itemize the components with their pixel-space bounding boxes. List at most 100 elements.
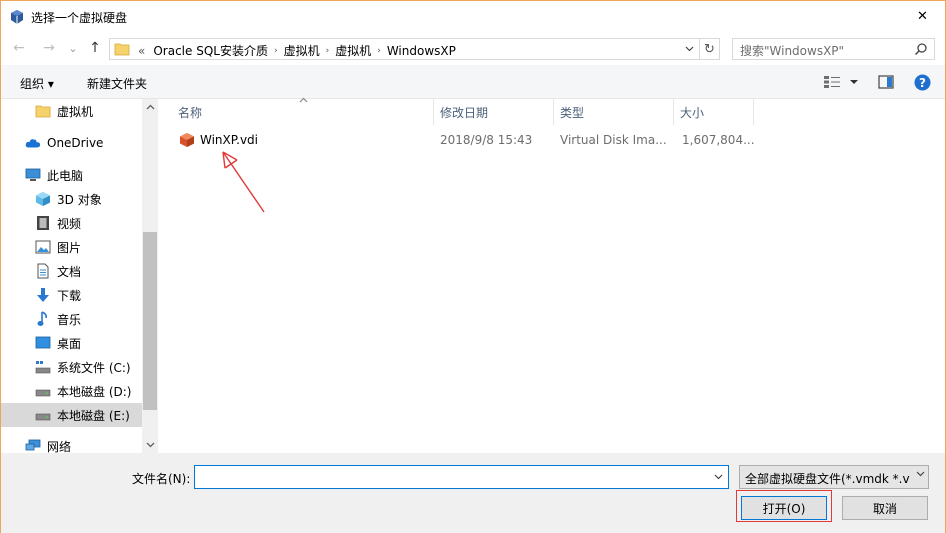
address-dropdown-button[interactable] — [681, 39, 697, 59]
sidebar-item-label: 音乐 — [57, 312, 82, 327]
file-type-filter-value: 全部虚拟硬盘文件(*.vmdk *.vd — [745, 472, 910, 486]
up-button[interactable]: ↑ — [85, 38, 105, 58]
breadcrumb-separator-icon[interactable]: › — [272, 46, 280, 56]
breadcrumb-separator-icon[interactable]: › — [375, 46, 383, 56]
help-button[interactable]: ? — [914, 73, 931, 91]
filename-dropdown-button[interactable] — [708, 466, 728, 488]
file-dialog: 选择一个虚拟硬盘 ✕ ← → ⌄ ↑ « Oracle SQL安装介质 › 虚拟… — [0, 0, 946, 533]
column-header-type[interactable]: 类型 — [554, 99, 674, 125]
sidebar-item-vm-folder[interactable]: 虚拟机 — [1, 99, 142, 123]
breadcrumb: « Oracle SQL安装介质 › 虚拟机 › 虚拟机 › WindowsXP — [134, 42, 460, 59]
close-icon: ✕ — [917, 9, 928, 24]
nav-scrollbar[interactable] — [142, 99, 158, 453]
virtualbox-icon — [9, 9, 25, 25]
search-input[interactable]: 搜索"WindowsXP" — [740, 42, 844, 59]
sidebar-item-3d-objects[interactable]: 3D 对象 — [1, 187, 142, 211]
command-bar: 组织 ▾ 新建文件夹 ? — [1, 65, 945, 99]
address-bar[interactable]: « Oracle SQL安装介质 › 虚拟机 › 虚拟机 › WindowsXP… — [109, 38, 720, 60]
preview-pane-icon — [878, 75, 894, 89]
file-size: 1,607,804... — [682, 133, 755, 147]
close-button[interactable]: ✕ — [900, 1, 945, 32]
address-row: ← → ⌄ ↑ « Oracle SQL安装介质 › 虚拟机 › 虚拟机 › W… — [1, 32, 945, 64]
sidebar-item-network[interactable]: 网络 — [1, 434, 142, 453]
sidebar-item-label: 3D 对象 — [57, 192, 102, 207]
open-button-highlight — [736, 490, 832, 522]
view-options-button[interactable] — [823, 73, 859, 91]
chevron-down-icon — [146, 442, 154, 448]
scroll-up-button[interactable] — [142, 99, 158, 115]
breadcrumb-item[interactable]: 虚拟机 — [331, 42, 375, 59]
search-icon — [914, 42, 928, 59]
download-icon — [35, 287, 51, 303]
desktop-icon — [35, 335, 51, 351]
file-type-filter[interactable]: 全部虚拟硬盘文件(*.vmdk *.vd — [739, 465, 929, 489]
sidebar-item-videos[interactable]: 视频 — [1, 211, 142, 235]
sidebar-item-label: 下载 — [57, 288, 82, 303]
breadcrumb-item[interactable]: Oracle SQL安装介质 — [149, 42, 272, 59]
column-header-size[interactable]: 大小 — [674, 99, 754, 125]
sidebar-item-documents[interactable]: 文档 — [1, 259, 142, 283]
folder-icon — [35, 103, 51, 119]
chevron-down-icon — [850, 80, 858, 84]
organize-button[interactable]: 组织 ▾ — [20, 75, 54, 92]
cube-icon — [35, 191, 51, 207]
scrollbar-thumb[interactable] — [143, 232, 157, 410]
cancel-button[interactable]: 取消 — [842, 496, 928, 520]
forward-arrow-icon: → — [43, 40, 55, 56]
cancel-button-label: 取消 — [872, 501, 897, 516]
column-header-label: 修改日期 — [440, 105, 489, 120]
sidebar-item-pictures[interactable]: 图片 — [1, 235, 142, 259]
recent-locations-button[interactable]: ⌄ — [63, 38, 83, 58]
sidebar-item-desktop[interactable]: 桌面 — [1, 331, 142, 355]
chevron-up-icon — [146, 104, 154, 110]
chevron-down-icon — [916, 469, 925, 480]
window-title: 选择一个虚拟硬盘 — [31, 11, 128, 25]
picture-icon — [35, 239, 51, 255]
column-header-date[interactable]: 修改日期 — [434, 99, 554, 125]
file-list: 名称 修改日期 类型 大小 WinXP.vdi 2018/9/8 15:43 V… — [158, 97, 945, 453]
search-box[interactable]: 搜索"WindowsXP" — [732, 38, 935, 60]
sidebar-item-drive-c[interactable]: 系统文件 (C:) — [1, 355, 142, 379]
sidebar-item-drive-d[interactable]: 本地磁盘 (D:) — [1, 379, 142, 403]
column-header-label: 大小 — [680, 105, 705, 120]
filename-label: 文件名(N): — [132, 472, 191, 486]
chevron-down-icon: ⌄ — [68, 41, 78, 55]
vdi-file-icon — [179, 132, 195, 151]
view-list-icon — [824, 76, 840, 88]
new-folder-button[interactable]: 新建文件夹 — [87, 75, 147, 92]
sidebar-item-label: 此电脑 — [47, 168, 84, 183]
document-icon — [35, 263, 51, 279]
filename-field[interactable] — [194, 465, 729, 489]
sidebar-item-label: 文档 — [57, 264, 82, 279]
folder-icon — [114, 42, 130, 59]
forward-button[interactable]: → — [39, 38, 59, 58]
breadcrumb-separator-icon[interactable]: › — [324, 46, 332, 56]
sidebar-item-label: 虚拟机 — [57, 104, 94, 119]
breadcrumb-item[interactable]: WindowsXP — [383, 44, 460, 58]
file-name[interactable]: WinXP.vdi — [200, 133, 258, 147]
sidebar-item-this-pc[interactable]: 此电脑 — [1, 163, 142, 187]
back-button[interactable]: ← — [9, 38, 29, 58]
sidebar-item-music[interactable]: 音乐 — [1, 307, 142, 331]
sidebar-item-drive-e[interactable]: 本地磁盘 (E:) — [1, 403, 142, 427]
column-header-name[interactable]: 名称 — [172, 99, 434, 125]
scroll-down-button[interactable] — [142, 437, 158, 453]
navigation-pane: 虚拟机 OneDrive 此电脑 3D 对象 视频 图片 文档 下载 音乐 桌面… — [1, 99, 158, 453]
sidebar-item-label: 系统文件 (C:) — [57, 360, 131, 375]
drive-icon — [35, 383, 51, 399]
chevron-down-icon — [685, 46, 693, 52]
breadcrumb-item[interactable]: 虚拟机 — [280, 42, 324, 59]
breadcrumb-overflow[interactable]: « — [134, 44, 149, 58]
video-icon — [35, 215, 51, 231]
preview-pane-button[interactable] — [878, 73, 894, 91]
table-row[interactable]: WinXP.vdi 2018/9/8 15:43 Virtual Disk Im… — [158, 129, 945, 151]
drive-icon — [35, 407, 51, 423]
sidebar-item-onedrive[interactable]: OneDrive — [1, 131, 142, 155]
refresh-button[interactable]: ↻ — [699, 39, 719, 59]
sidebar-item-label: 网络 — [47, 439, 72, 454]
column-header-label: 类型 — [560, 105, 585, 120]
music-icon — [35, 311, 51, 327]
sidebar-item-downloads[interactable]: 下载 — [1, 283, 142, 307]
sidebar-item-label: 图片 — [57, 240, 82, 255]
sidebar-item-label: OneDrive — [47, 136, 104, 150]
